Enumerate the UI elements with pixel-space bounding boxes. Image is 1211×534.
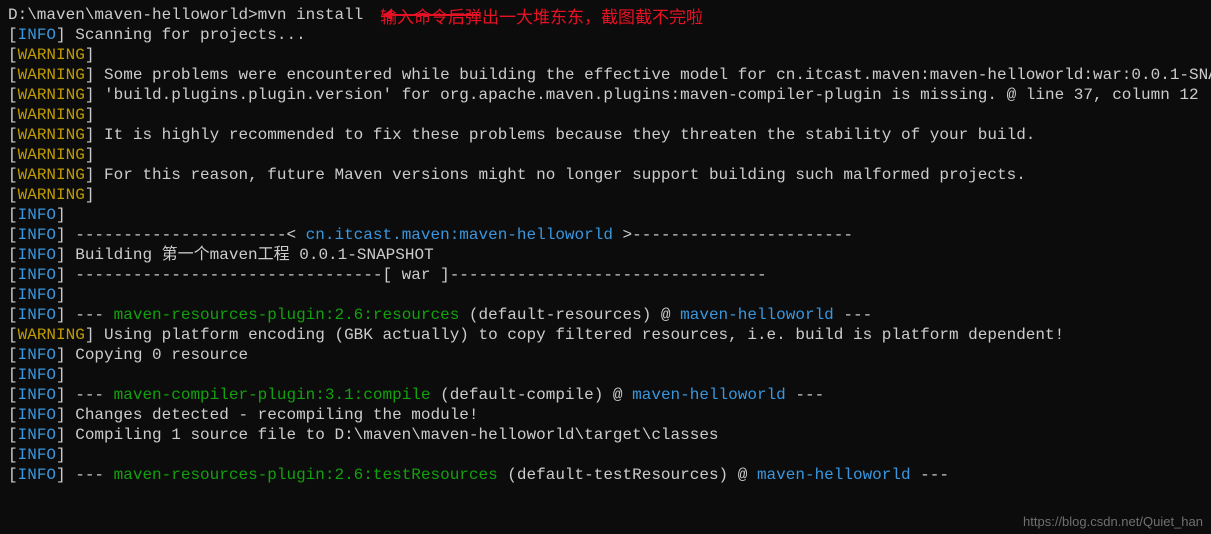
log-line: [WARNING] — [8, 105, 1203, 125]
log-line: [INFO] Scanning for projects... — [8, 25, 1203, 45]
log-line: [INFO] Building 第一个maven工程 0.0.1-SNAPSHO… — [8, 245, 1203, 265]
log-line: [INFO] Copying 0 resource — [8, 345, 1203, 365]
log-line: [INFO] --------------------------------[… — [8, 265, 1203, 285]
terminal-output: D:\maven\maven-helloworld>mvn install [I… — [8, 5, 1203, 485]
log-line: [INFO] Compiling 1 source file to D:\mav… — [8, 425, 1203, 445]
log-line: [INFO] — [8, 365, 1203, 385]
log-line: [WARNING] For this reason, future Maven … — [8, 165, 1203, 185]
log-line: [INFO] --- maven-compiler-plugin:3.1:com… — [8, 385, 1203, 405]
log-line: [INFO] — [8, 285, 1203, 305]
log-line: [WARNING] It is highly recommended to fi… — [8, 125, 1203, 145]
watermark: https://blog.csdn.net/Quiet_han — [1023, 512, 1203, 532]
log-line: [WARNING] — [8, 45, 1203, 65]
log-line: [INFO] Changes detected - recompiling th… — [8, 405, 1203, 425]
log-line: [WARNING] — [8, 185, 1203, 205]
log-line: [INFO] --- maven-resources-plugin:2.6:te… — [8, 465, 1203, 485]
log-line: [INFO] — [8, 205, 1203, 225]
log-line: [WARNING] — [8, 145, 1203, 165]
log-line: [WARNING] Using platform encoding (GBK a… — [8, 325, 1203, 345]
log-line: [INFO] — [8, 445, 1203, 465]
log-line: [WARNING] 'build.plugins.plugin.version'… — [8, 85, 1203, 105]
annotation-text: 输入命令后弹出一大堆东东，截图截不完啦 — [380, 8, 703, 28]
log-line: [INFO] --- maven-resources-plugin:2.6:re… — [8, 305, 1203, 325]
log-line: [INFO] ----------------------< cn.itcast… — [8, 225, 1203, 245]
log-line: [WARNING] Some problems were encountered… — [8, 65, 1203, 85]
